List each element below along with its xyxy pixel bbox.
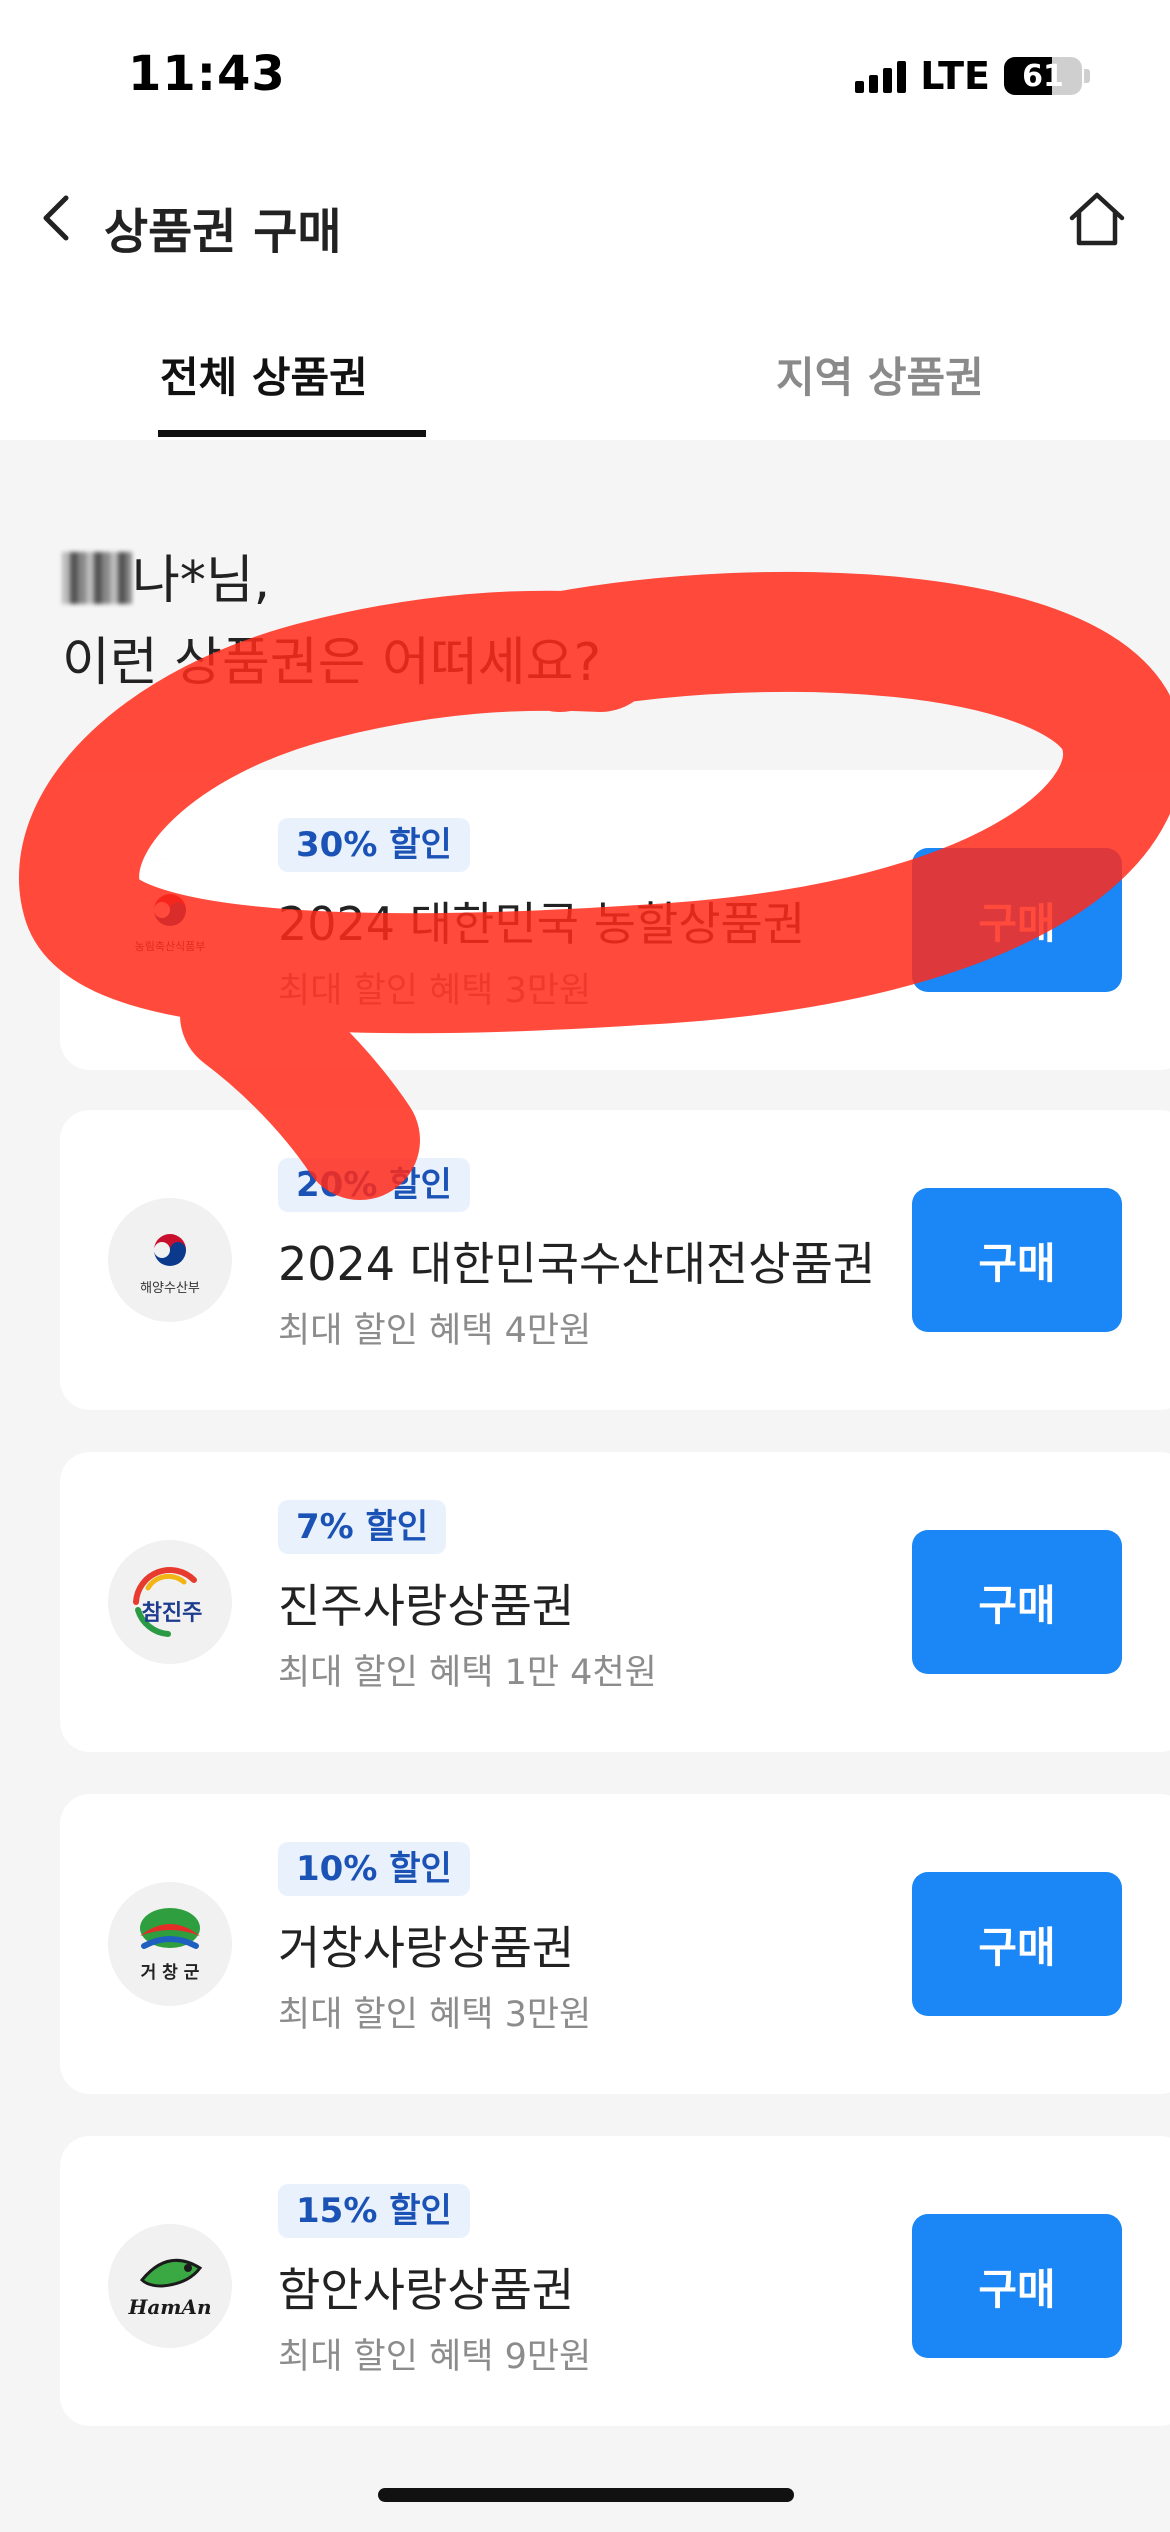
jinju-logo-icon: 참진주 bbox=[108, 1540, 232, 1664]
battery-icon: 61 bbox=[1004, 57, 1090, 95]
voucher-card[interactable]: 참진주 7% 할인 진주사랑상품권 최대 할인 혜택 1만 4천원 구매 bbox=[60, 1452, 1170, 1752]
voucher-card[interactable]: 농림축산식품부 30% 할인 2024 대한민국 농할상품권 최대 할인 혜택 … bbox=[60, 770, 1170, 1070]
active-tab-indicator bbox=[158, 430, 426, 437]
voucher-title: 함안사랑상품권 bbox=[278, 2263, 575, 2317]
discount-badge: 15% 할인 bbox=[278, 2184, 470, 2238]
status-time: 11:43 bbox=[128, 46, 286, 102]
voucher-title: 2024 대한민국수산대전상품권 bbox=[278, 1237, 876, 1291]
back-arrow-icon[interactable] bbox=[30, 188, 90, 248]
greeting: 나*님, 이런 상품권은 어떠세요? bbox=[62, 540, 601, 704]
buy-button[interactable]: 구매 bbox=[912, 1872, 1122, 2016]
redacted-name-blur bbox=[62, 552, 132, 604]
tab-regional-vouchers[interactable]: 지역 상품권 bbox=[776, 344, 984, 405]
voucher-card[interactable]: HamAn 15% 할인 함안사랑상품권 최대 할인 혜택 9만원 구매 bbox=[60, 2136, 1170, 2426]
geochang-logo-icon: 거 창 군 bbox=[108, 1882, 232, 2006]
buy-button[interactable]: 구매 bbox=[912, 1188, 1122, 1332]
voucher-title: 2024 대한민국 농할상품권 bbox=[278, 897, 806, 951]
status-indicators: LTE 61 bbox=[855, 54, 1090, 98]
logo-label: HamAn bbox=[127, 2295, 211, 2319]
discount-badge: 20% 할인 bbox=[278, 1158, 470, 1212]
greeting-name: 나*님, bbox=[132, 551, 271, 611]
page-title: 상품권 구매 bbox=[104, 204, 342, 260]
header: 상품권 구매 bbox=[0, 170, 1170, 270]
tab-bar: 전체 상품권 지역 상품권 bbox=[0, 330, 1170, 440]
voucher-card[interactable]: 거 창 군 10% 할인 거창사랑상품권 최대 할인 혜택 3만원 구매 bbox=[60, 1794, 1170, 2094]
logo-label: 거 창 군 bbox=[141, 1963, 200, 1983]
status-bar: 11:43 LTE 61 bbox=[0, 0, 1170, 150]
voucher-card[interactable]: 해양수산부 20% 할인 2024 대한민국수산대전상품권 최대 할인 혜택 4… bbox=[60, 1110, 1170, 1410]
taegeuk-icon: 해양수산부 bbox=[108, 1198, 232, 1322]
voucher-benefit: 최대 할인 혜택 9만원 bbox=[278, 2337, 592, 2377]
discount-badge: 7% 할인 bbox=[278, 1500, 447, 1554]
voucher-benefit: 최대 할인 혜택 3만원 bbox=[278, 971, 592, 1011]
home-indicator[interactable] bbox=[378, 2488, 794, 2502]
taegeuk-icon: 농림축산식품부 bbox=[108, 858, 232, 982]
voucher-benefit: 최대 할인 혜택 3만원 bbox=[278, 1995, 592, 2035]
voucher-title: 거창사랑상품권 bbox=[278, 1921, 575, 1975]
home-icon[interactable] bbox=[1064, 186, 1130, 252]
buy-button[interactable]: 구매 bbox=[912, 2214, 1122, 2358]
voucher-benefit: 최대 할인 혜택 4만원 bbox=[278, 1311, 592, 1351]
logo-label: 해양수산부 bbox=[140, 1281, 200, 1296]
haman-logo-icon: HamAn bbox=[108, 2224, 232, 2348]
buy-button[interactable]: 구매 bbox=[912, 848, 1122, 992]
greeting-message: 이런 상품권은 어떠세요? bbox=[62, 633, 602, 693]
discount-badge: 30% 할인 bbox=[278, 818, 470, 872]
buy-button[interactable]: 구매 bbox=[912, 1530, 1122, 1674]
logo-label: 농림축산식품부 bbox=[135, 940, 206, 953]
signal-icon bbox=[855, 59, 907, 93]
discount-badge: 10% 할인 bbox=[278, 1842, 470, 1896]
tab-all-vouchers[interactable]: 전체 상품권 bbox=[160, 344, 368, 405]
network-label: LTE bbox=[920, 54, 990, 98]
voucher-benefit: 최대 할인 혜택 1만 4천원 bbox=[278, 1653, 657, 1693]
logo-label: 참진주 bbox=[142, 1601, 203, 1626]
voucher-title: 진주사랑상품권 bbox=[278, 1579, 575, 1633]
battery-level: 61 bbox=[1022, 58, 1064, 94]
